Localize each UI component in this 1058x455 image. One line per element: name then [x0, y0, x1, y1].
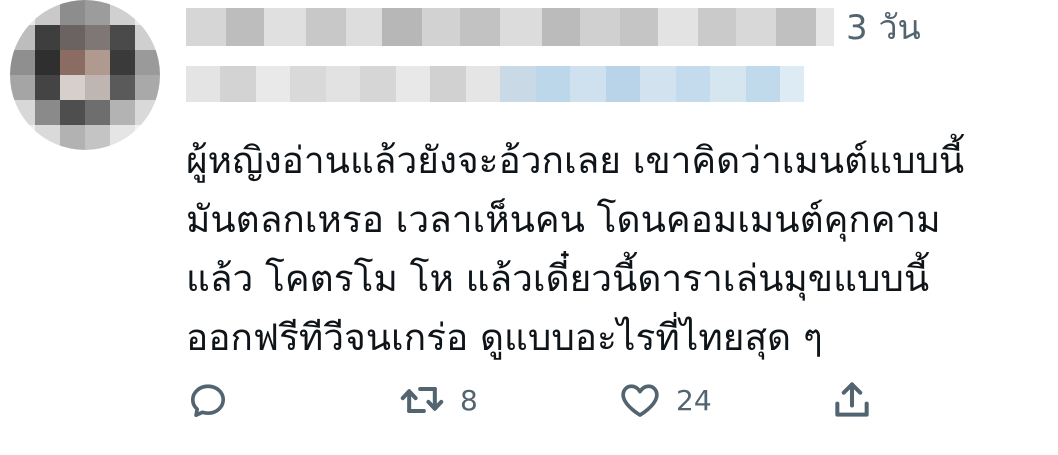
reply-icon	[190, 384, 226, 418]
tweet-text-line: แล้ว โคตรโม โห แล้วเดี๋ยวนี้ดาราเล่นมุขแ…	[186, 257, 930, 300]
retweet-icon	[400, 386, 444, 414]
share-button[interactable]	[830, 376, 874, 424]
like-button[interactable]: 24	[618, 376, 712, 424]
retweet-button[interactable]: 8	[398, 376, 478, 424]
tweet: 3 วัน ผู้หญิงอ่านแล้วยังจะอ้วกเลย เขาคิด…	[0, 0, 1058, 455]
heart-icon	[621, 384, 659, 417]
avatar[interactable]	[10, 0, 160, 150]
retweet-count: 8	[460, 383, 478, 417]
tweet-text-line: ผู้หญิงอ่านแล้วยังจะอ้วกเลย เขาคิดว่าเมน…	[186, 139, 965, 182]
timestamp[interactable]: 3 วัน	[846, 6, 921, 50]
reply-button[interactable]	[186, 376, 230, 424]
blurred-handle[interactable]	[186, 66, 804, 102]
tweet-text-line: มันตลกเหรอ เวลาเห็นคน โดนคอมเมนต์คุกคาม	[186, 198, 941, 241]
blurred-display-name[interactable]	[186, 8, 834, 46]
tweet-text: ผู้หญิงอ่านแล้วยังจะอ้วกเลย เขาคิดว่าเมน…	[186, 131, 1046, 367]
share-icon	[835, 382, 869, 417]
like-count: 24	[676, 383, 712, 417]
tweet-text-line: ออกฟรีทีวีจนเกร่อ ดูแบบอะไรที่ไทยสุด ๆ	[186, 316, 823, 359]
